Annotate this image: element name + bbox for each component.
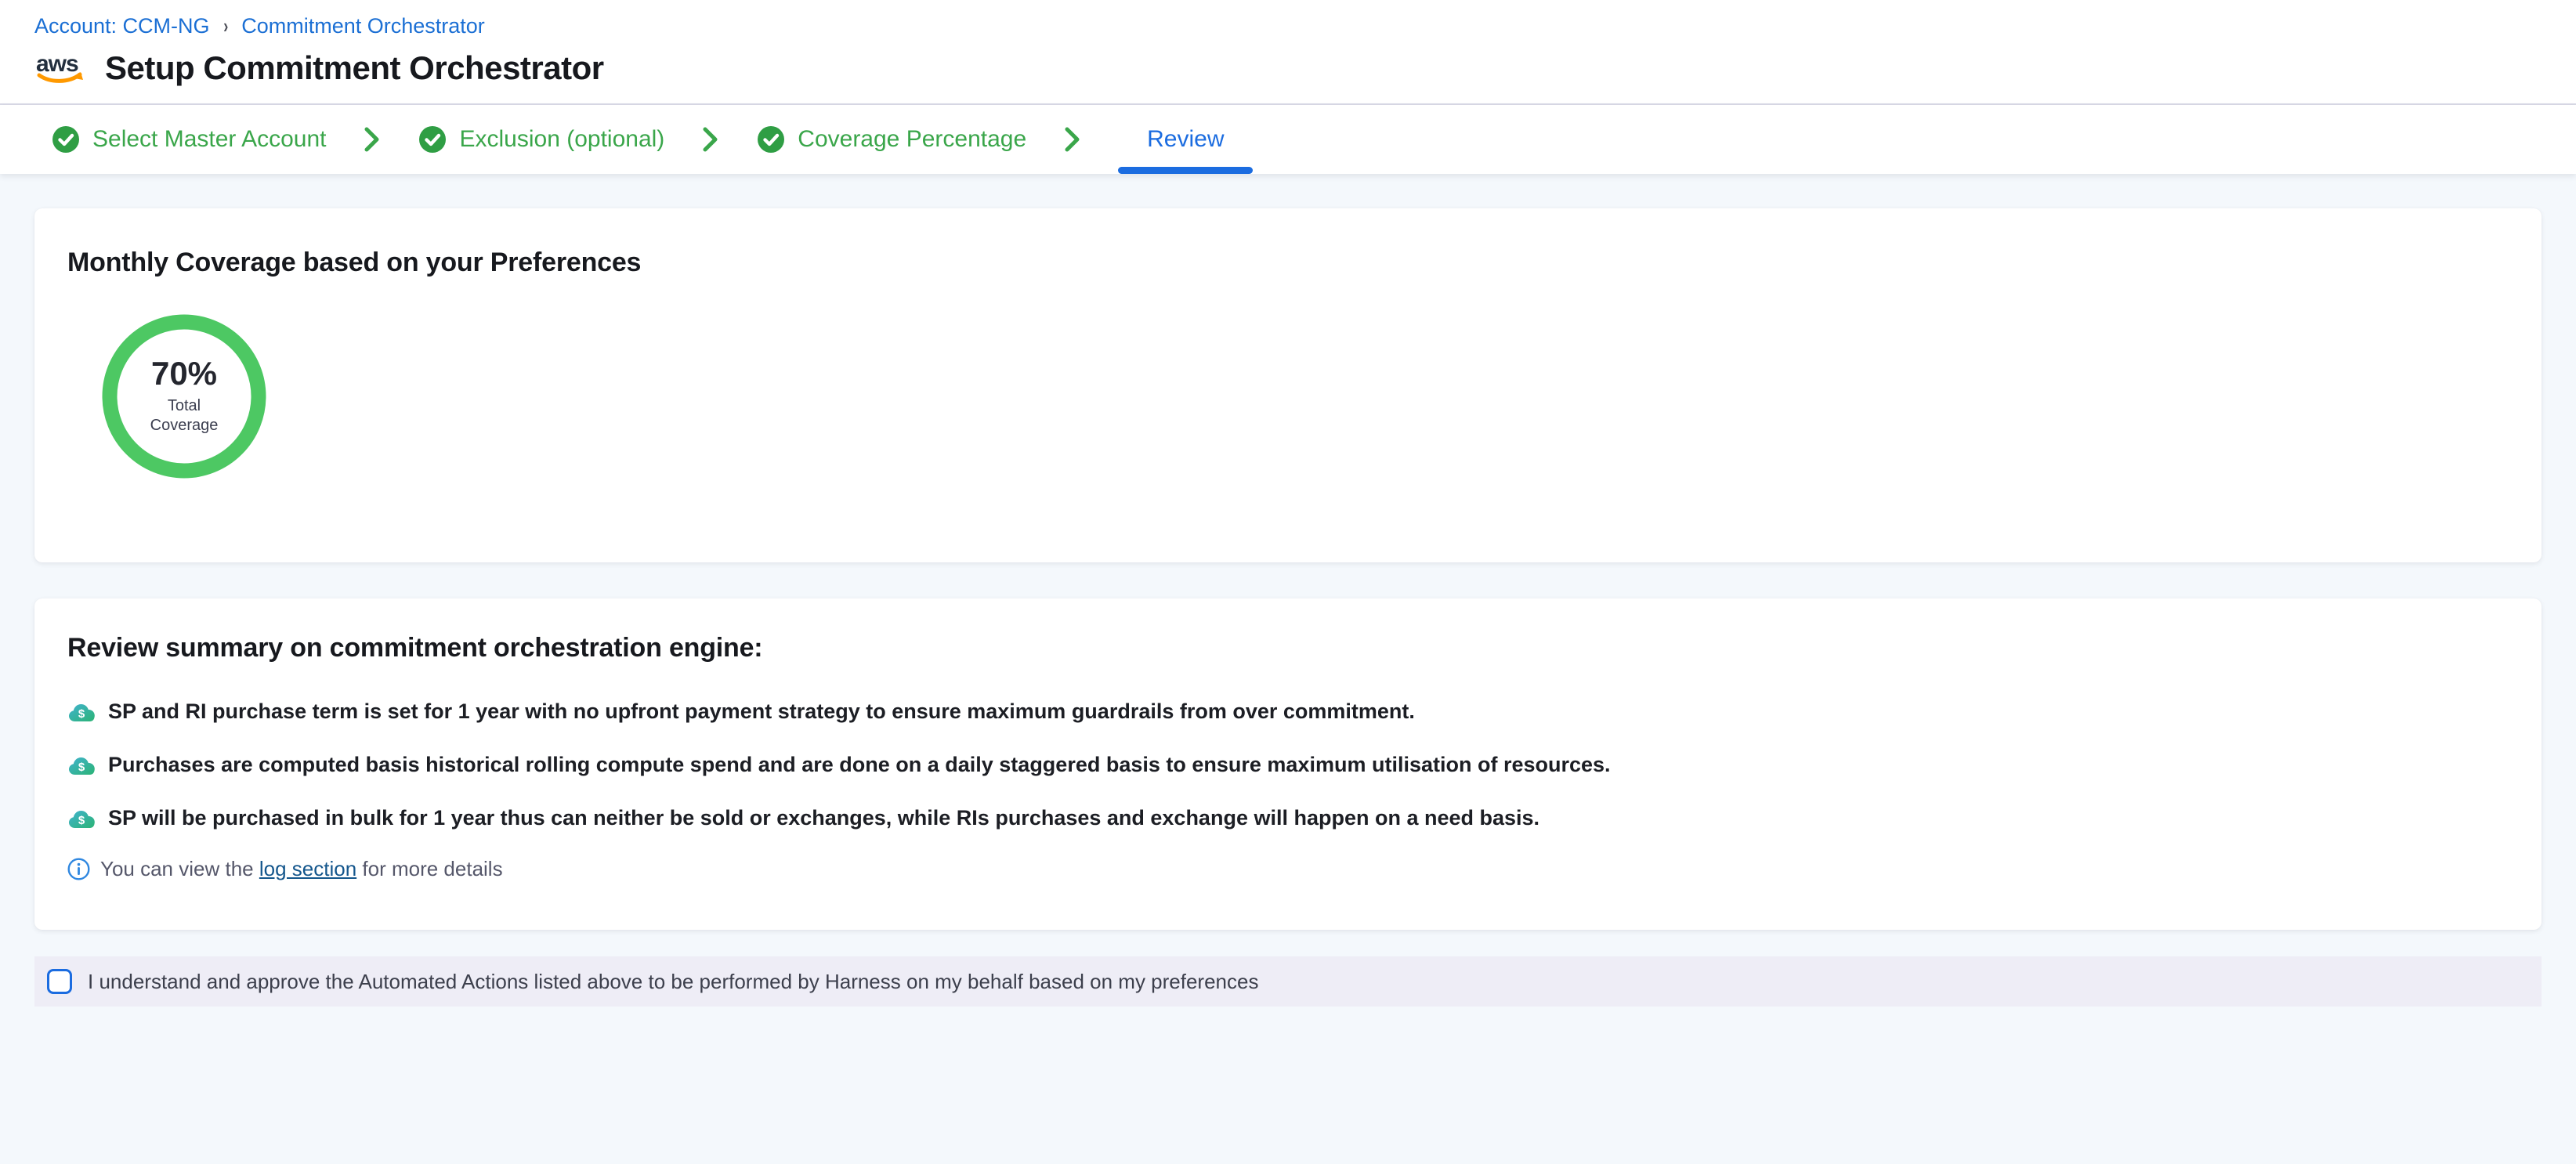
info-text-prefix: You can view the: [100, 857, 259, 880]
coverage-card-title: Monthly Coverage based on your Preferenc…: [67, 248, 2509, 278]
check-circle-icon: [52, 125, 80, 154]
cloud-dollar-icon: $: [67, 701, 96, 723]
svg-text:$: $: [78, 707, 85, 721]
coverage-donut-chart: 70% Total Coverage: [102, 314, 266, 479]
summary-card-title: Review summary on commitment orchestrati…: [67, 633, 2509, 663]
info-text-suffix: for more details: [356, 857, 502, 880]
list-item: $ Purchases are computed basis historica…: [67, 753, 2509, 777]
step-coverage-percentage[interactable]: Coverage Percentage: [757, 105, 1026, 174]
bullet-text: SP will be purchased in bulk for 1 year …: [108, 806, 1539, 830]
bullet-text: Purchases are computed basis historical …: [108, 753, 1611, 777]
step-label: Coverage Percentage: [798, 126, 1026, 153]
check-circle-icon: [757, 125, 785, 154]
step-exclusion-optional[interactable]: Exclusion (optional): [418, 105, 664, 174]
content-area: Monthly Coverage based on your Preferenc…: [0, 174, 2576, 1164]
approval-checkbox[interactable]: [47, 969, 72, 994]
summary-bullet-list: $ SP and RI purchase term is set for 1 y…: [67, 699, 2509, 830]
svg-text:$: $: [78, 814, 85, 827]
info-circle-icon: [67, 858, 90, 880]
approval-row: I understand and approve the Automated A…: [34, 956, 2542, 1007]
step-label: Exclusion (optional): [459, 126, 664, 153]
breadcrumb-account-link[interactable]: Account: CCM-NG: [34, 14, 210, 38]
bullet-text: SP and RI purchase term is set for 1 yea…: [108, 699, 1415, 724]
cloud-dollar-icon: $: [67, 808, 96, 830]
monthly-coverage-card: Monthly Coverage based on your Preferenc…: [34, 208, 2542, 562]
list-item: $ SP and RI purchase term is set for 1 y…: [67, 699, 2509, 724]
breadcrumb-separator-icon: ›: [223, 14, 228, 38]
review-summary-card: Review summary on commitment orchestrati…: [34, 598, 2542, 930]
step-label: Select Master Account: [92, 126, 326, 153]
chevron-right-icon: [1064, 126, 1081, 153]
step-review[interactable]: Review: [1119, 105, 1252, 174]
approval-label: I understand and approve the Automated A…: [88, 970, 1258, 994]
breadcrumb: Account: CCM-NG › Commitment Orchestrato…: [34, 14, 2542, 38]
page-header: Account: CCM-NG › Commitment Orchestrato…: [0, 0, 2576, 105]
breadcrumb-page-link[interactable]: Commitment Orchestrator: [241, 14, 485, 38]
aws-logo-icon: aws: [34, 49, 88, 87]
chevron-right-icon: [702, 126, 719, 153]
list-item: $ SP will be purchased in bulk for 1 yea…: [67, 806, 2509, 830]
check-circle-icon: [418, 125, 447, 154]
coverage-label: Total Coverage: [150, 396, 219, 436]
page-title: Setup Commitment Orchestrator: [105, 49, 604, 87]
cloud-dollar-icon: $: [67, 754, 96, 776]
setup-stepper: Select Master Account Exclusion (optiona…: [0, 105, 2576, 174]
coverage-percentage-value: 70%: [151, 357, 217, 390]
active-tab-underline: [1118, 167, 1253, 174]
chevron-right-icon: [364, 126, 381, 153]
svg-text:aws: aws: [36, 51, 78, 77]
step-label: Review: [1147, 126, 1224, 153]
log-info-line: You can view the log section for more de…: [67, 857, 2509, 881]
step-select-master-account[interactable]: Select Master Account: [52, 105, 326, 174]
log-section-link[interactable]: log section: [259, 857, 356, 880]
svg-text:$: $: [78, 761, 85, 774]
